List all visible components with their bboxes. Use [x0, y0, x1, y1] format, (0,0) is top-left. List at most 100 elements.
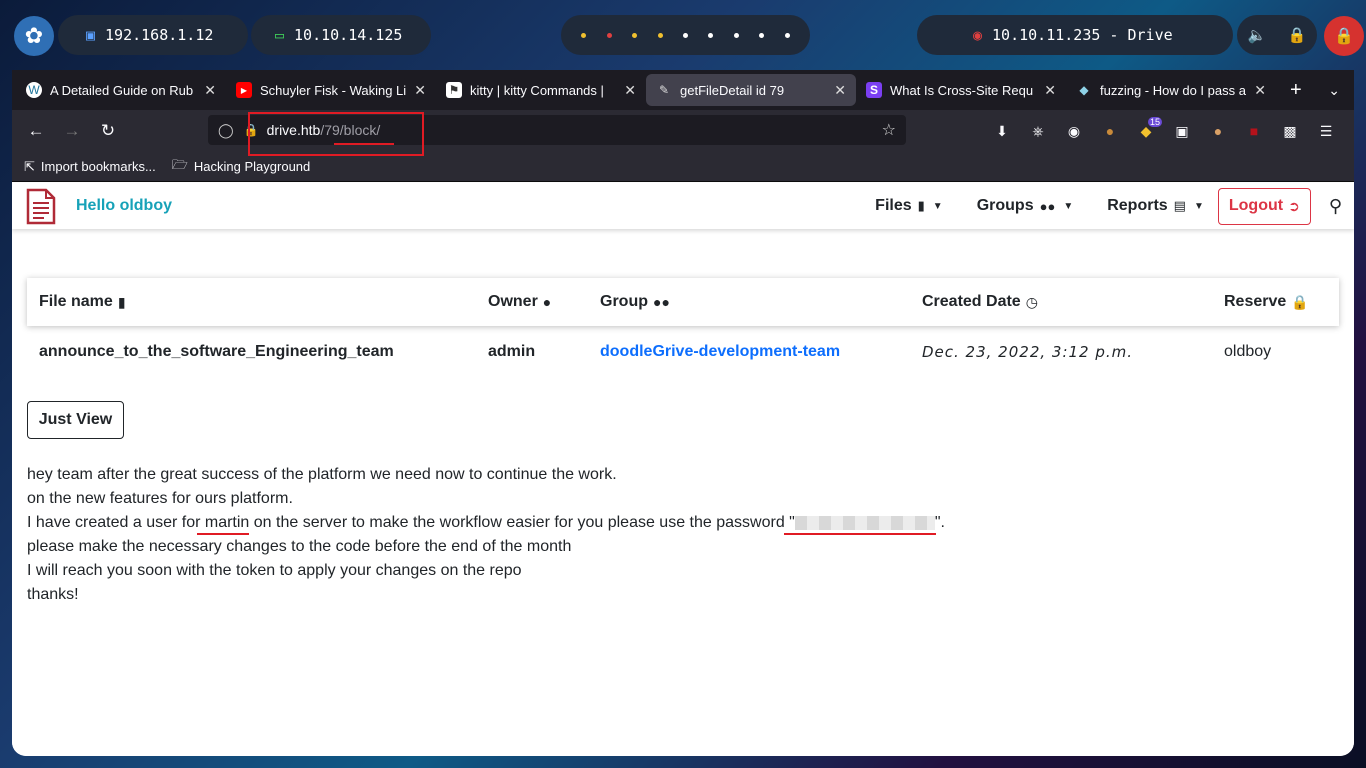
- th-created-date: Created Date ◷: [922, 293, 1038, 311]
- system-tray: 🔈 🔒: [1237, 15, 1317, 55]
- bookmarks-bar: ⇱ Import bookmarks... 🗁 Hacking Playgrou…: [12, 152, 1354, 182]
- puzzle-icon[interactable]: ⎈: [1020, 123, 1056, 140]
- workspace-dot[interactable]: [682, 32, 688, 38]
- python-extension-icon[interactable]: ◆ 15: [1128, 116, 1164, 140]
- file-content: hey team after the great success of the …: [27, 463, 945, 607]
- caret-down-icon: ▼: [1193, 200, 1204, 212]
- reload-icon[interactable]: ↻: [90, 121, 126, 141]
- cell-group-link[interactable]: doodleGrive-development-team: [600, 343, 840, 361]
- forward-arrow-icon[interactable]: →: [54, 121, 90, 141]
- th-group: Group ●●: [600, 293, 670, 311]
- close-icon[interactable]: ✕: [204, 82, 216, 99]
- tab-fuzzing[interactable]: ◆ fuzzing - How do I pass a ✕: [1066, 74, 1276, 106]
- tab-label: Schuyler Fisk - Waking Li: [260, 82, 407, 98]
- workspace-dot[interactable]: [784, 32, 790, 38]
- extension-badge: 15: [1148, 116, 1163, 127]
- redacted-password: [794, 515, 935, 530]
- youtube-icon: ▶: [236, 82, 252, 98]
- menu-label: Groups: [976, 197, 1034, 214]
- users-icon: ●●: [1039, 198, 1056, 214]
- workspace-dot[interactable]: [581, 32, 587, 38]
- desktop-topbar: ✿ ▣ 192.168.1.12 ▭ 10.10.14.125 ◉ 10.10.…: [0, 0, 1366, 70]
- brand-greeting[interactable]: Hello oldboy: [76, 197, 172, 215]
- close-icon[interactable]: ✕: [834, 82, 846, 99]
- table-row: announce_to_the_software_Engineering_tea…: [27, 333, 1339, 373]
- ublock-icon[interactable]: ■: [1236, 123, 1272, 139]
- close-icon[interactable]: ✕: [414, 82, 426, 99]
- url-path: /79/block/: [320, 122, 381, 138]
- kali-dragon-icon[interactable]: ✿: [14, 16, 54, 56]
- workspace-dot[interactable]: [708, 32, 714, 38]
- sign-out-icon: ➲: [1288, 197, 1300, 214]
- url-bar[interactable]: ◯ 🔒 drive.htb /79/block/ ☆: [208, 115, 906, 145]
- workspace-dot[interactable]: [759, 32, 765, 38]
- workspace-switcher[interactable]: [561, 15, 810, 55]
- profile-extension-icon[interactable]: ▣: [1164, 123, 1200, 140]
- workspace-dot[interactable]: [632, 32, 638, 38]
- lock-icon: 🔒: [1291, 293, 1309, 310]
- message-text: on the server to make the workflow easie…: [249, 514, 795, 531]
- close-icon[interactable]: ✕: [1254, 82, 1266, 99]
- lock-icon[interactable]: 🔒: [1288, 26, 1307, 44]
- folder-icon: 🗁: [171, 156, 188, 172]
- just-view-button[interactable]: Just View: [27, 401, 124, 439]
- users-icon: ●●: [653, 294, 670, 310]
- import-icon: ⇱: [24, 158, 35, 174]
- file-icon: ▮: [917, 198, 925, 213]
- site-menu: Files ▮ ▼ Groups ●● ▼ Reports ▤ ▼ Logout…: [875, 183, 1354, 229]
- glasses-extension-icon[interactable]: ◉: [1056, 123, 1092, 140]
- menu-reports[interactable]: Reports ▤ ▼: [1107, 197, 1204, 215]
- qr-code-icon[interactable]: ▩: [1272, 123, 1308, 140]
- file-table-header: File name ▮ Owner ● Group ●● Created Dat…: [27, 278, 1339, 326]
- tab-label: What Is Cross-Site Requ: [890, 82, 1034, 98]
- cookie-icon[interactable]: ●: [1092, 123, 1128, 139]
- bookmark-hacking-playground[interactable]: 🗁 Hacking Playground: [172, 156, 310, 178]
- workspace-dot[interactable]: [733, 32, 739, 38]
- cell-reserve: oldboy: [1224, 343, 1272, 360]
- tab-kitty[interactable]: ⚑ kitty | kitty Commands | ✕: [436, 74, 646, 106]
- tab-csrf[interactable]: S What Is Cross-Site Requ ✕: [856, 74, 1066, 106]
- url-host: drive.htb: [266, 122, 321, 138]
- target-indicator: ◉ 10.10.11.235 - Drive: [917, 15, 1233, 55]
- logout-label: Logout: [1228, 197, 1284, 214]
- s-icon: S: [866, 82, 882, 98]
- list-icon: ▤: [1173, 198, 1186, 213]
- menu-label: Reports: [1107, 197, 1168, 214]
- message-line: thanks!: [27, 586, 79, 603]
- web-page: Hello oldboy Files ▮ ▼ Groups ●● ▼ Repor…: [12, 183, 1354, 756]
- back-arrow-icon[interactable]: ←: [18, 121, 54, 141]
- caret-down-icon: ▼: [1063, 200, 1074, 212]
- url-annotation-underline: [334, 143, 394, 145]
- tab-detailed-guide[interactable]: W A Detailed Guide on Rub ✕: [16, 74, 226, 106]
- bookmark-import[interactable]: ⇱ Import bookmarks...: [24, 159, 156, 175]
- lock-icon[interactable]: 🔒: [244, 123, 259, 137]
- new-tab-plus-icon[interactable]: +: [1290, 79, 1302, 102]
- logout-button[interactable]: Logout ➲: [1217, 187, 1311, 225]
- download-icon[interactable]: ⬇: [984, 123, 1020, 140]
- laptop-icon: ▭: [275, 26, 285, 44]
- shield-icon[interactable]: ◯: [218, 122, 234, 139]
- menu-groups[interactable]: Groups ●● ▼: [977, 197, 1074, 215]
- workspace-dot[interactable]: [657, 32, 663, 38]
- message-line: on the new features for ours platform.: [27, 490, 293, 507]
- th-label: Group: [600, 293, 648, 310]
- vpn-ip-indicator: ▭ 10.10.14.125: [251, 15, 431, 55]
- close-icon[interactable]: ✕: [1044, 82, 1056, 99]
- network-icon: ▣: [86, 26, 96, 44]
- close-icon[interactable]: ✕: [624, 82, 636, 99]
- power-lock-icon[interactable]: 🔒: [1324, 16, 1364, 56]
- chevron-down-icon[interactable]: ⌄: [1328, 82, 1340, 99]
- cell-owner: admin: [488, 343, 536, 360]
- extensions-toolbar: ⬇ ⎈ ◉ ● ◆ 15 ▣ ● ■ ▩ ☰: [984, 110, 1344, 152]
- tab-schuyler-fisk[interactable]: ▶ Schuyler Fisk - Waking Li ✕: [226, 74, 436, 106]
- bookmark-star-icon[interactable]: ☆: [882, 120, 896, 140]
- search-icon[interactable]: ⚲: [1329, 196, 1342, 217]
- workspace-dot[interactable]: [606, 32, 612, 38]
- volume-icon[interactable]: 🔈: [1248, 26, 1267, 44]
- tab-get-file-detail[interactable]: ✎ getFileDetail id 79 ✕: [646, 74, 856, 106]
- menu-files[interactable]: Files ▮ ▼: [875, 197, 943, 215]
- cookie-editor-icon[interactable]: ●: [1200, 123, 1236, 139]
- hamburger-menu-icon[interactable]: ☰: [1308, 123, 1344, 140]
- document-logo-icon[interactable]: [26, 188, 56, 225]
- th-label: Owner: [488, 293, 538, 310]
